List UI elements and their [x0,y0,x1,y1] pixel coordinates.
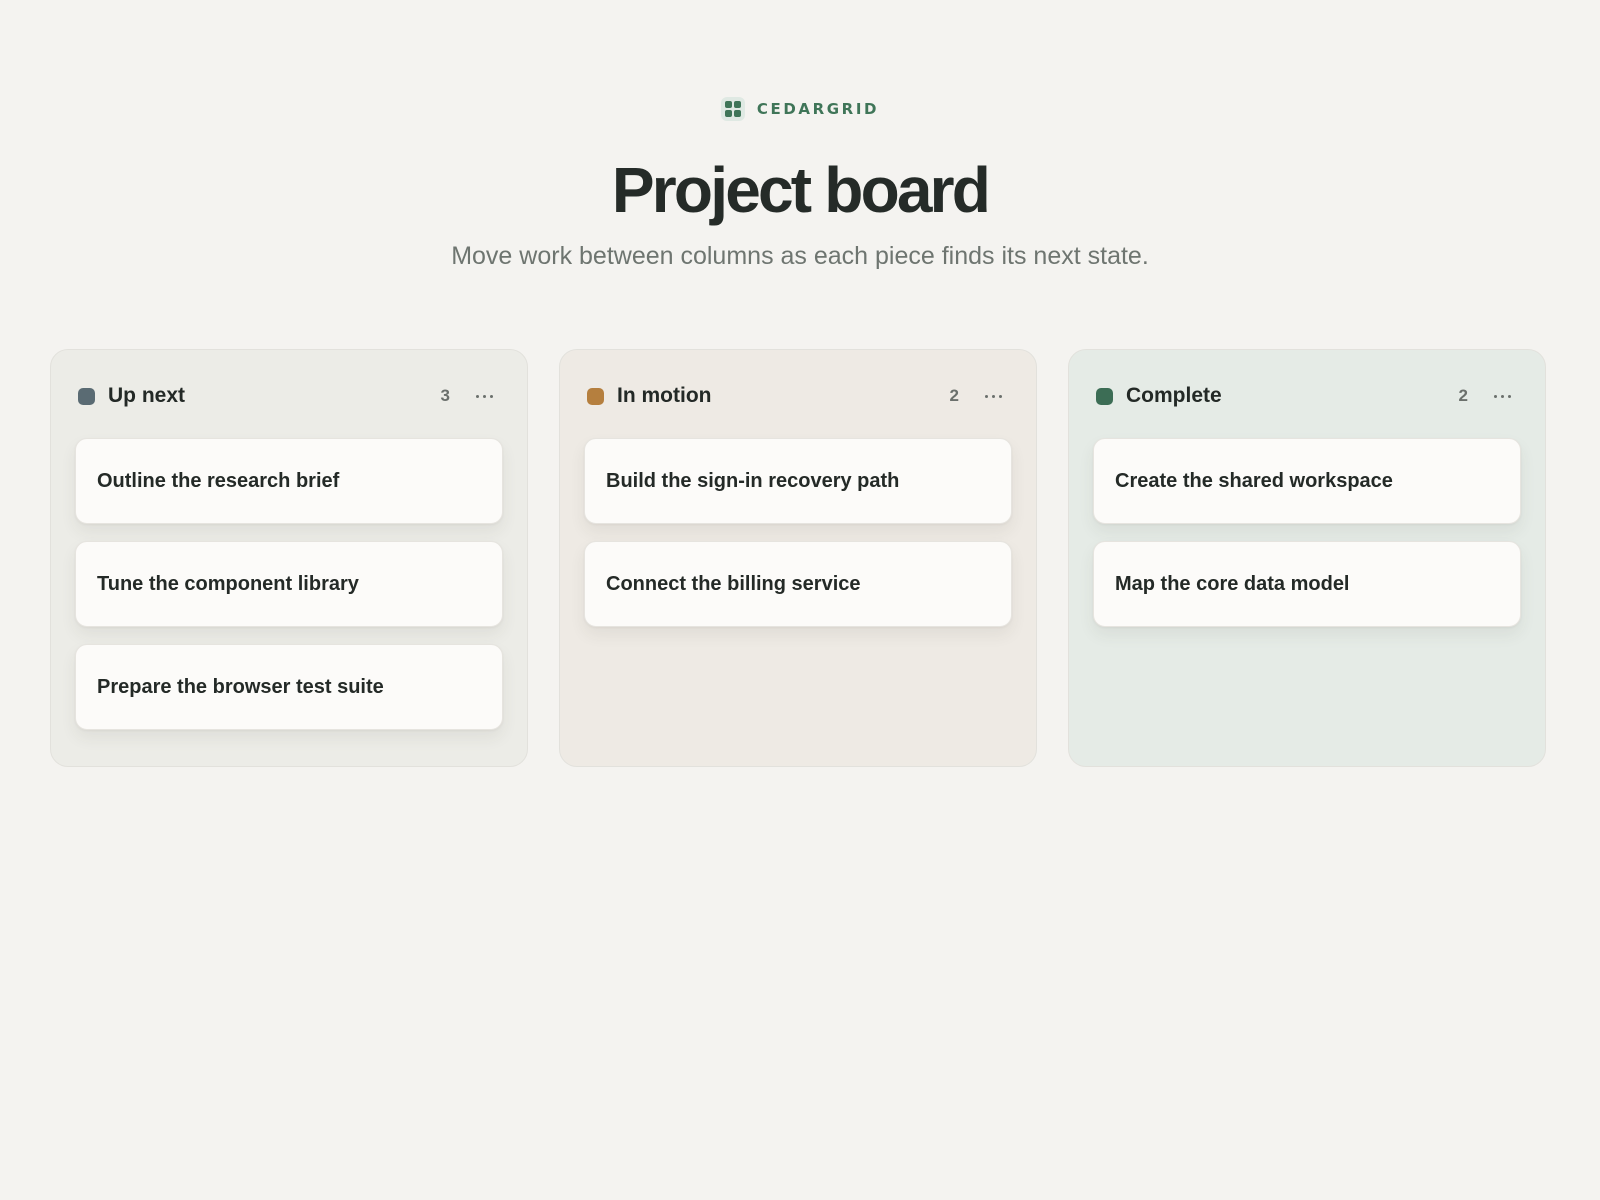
column-title: Up next [108,384,186,407]
task-card[interactable]: Build the sign-in recovery path [584,438,1012,524]
task-card[interactable]: Create the shared workspace [1093,438,1521,524]
task-card[interactable]: Prepare the browser test suite [75,644,503,730]
card-list: Build the sign-in recovery path Connect … [584,438,1012,627]
card-title: Create the shared workspace [1115,469,1393,492]
status-dot [587,387,604,405]
card-title: Prepare the browser test suite [97,675,384,698]
task-card[interactable]: Tune the component library [75,541,503,627]
column-header: Up next 3 [78,380,500,412]
card-title: Outline the research brief [97,469,340,492]
brand: CEDARGRID [0,97,1600,121]
column-header: Complete 2 [1096,380,1518,412]
more-horizontal-icon[interactable] [468,382,500,410]
column-count: 2 [1458,386,1468,405]
column-title: In motion [617,384,712,407]
column-up-next: Up next 3 Outline the research brief Tun… [50,349,528,767]
card-list: Create the shared workspace Map the core… [1093,438,1521,627]
card-title: Connect the billing service [606,572,861,595]
column-title: Complete [1126,384,1222,407]
kanban-board: Up next 3 Outline the research brief Tun… [50,349,1550,767]
page: CEDARGRID Project board Move work betwee… [0,0,1600,1200]
grid-icon [720,97,745,121]
status-dot [78,387,95,405]
column-header: In motion 2 [587,380,1009,412]
brand-name: CEDARGRID [756,100,880,118]
task-card[interactable]: Connect the billing service [584,541,1012,627]
column-complete: Complete 2 Create the shared workspace M… [1068,349,1546,767]
task-card[interactable]: Outline the research brief [75,438,503,524]
card-list: Outline the research brief Tune the comp… [75,438,503,730]
more-horizontal-icon[interactable] [977,382,1009,410]
column-in-motion: In motion 2 Build the sign-in recovery p… [559,349,1037,767]
page-title: Project board [611,154,991,226]
more-horizontal-icon[interactable] [1486,382,1518,410]
column-count: 2 [949,386,959,405]
card-title: Map the core data model [1115,572,1350,595]
task-card[interactable]: Map the core data model [1093,541,1521,627]
page-subtitle: Move work between columns as each piece … [451,242,1149,270]
column-count: 3 [440,386,450,405]
card-title: Build the sign-in recovery path [606,469,900,492]
status-dot [1096,387,1113,405]
card-title: Tune the component library [97,572,359,595]
